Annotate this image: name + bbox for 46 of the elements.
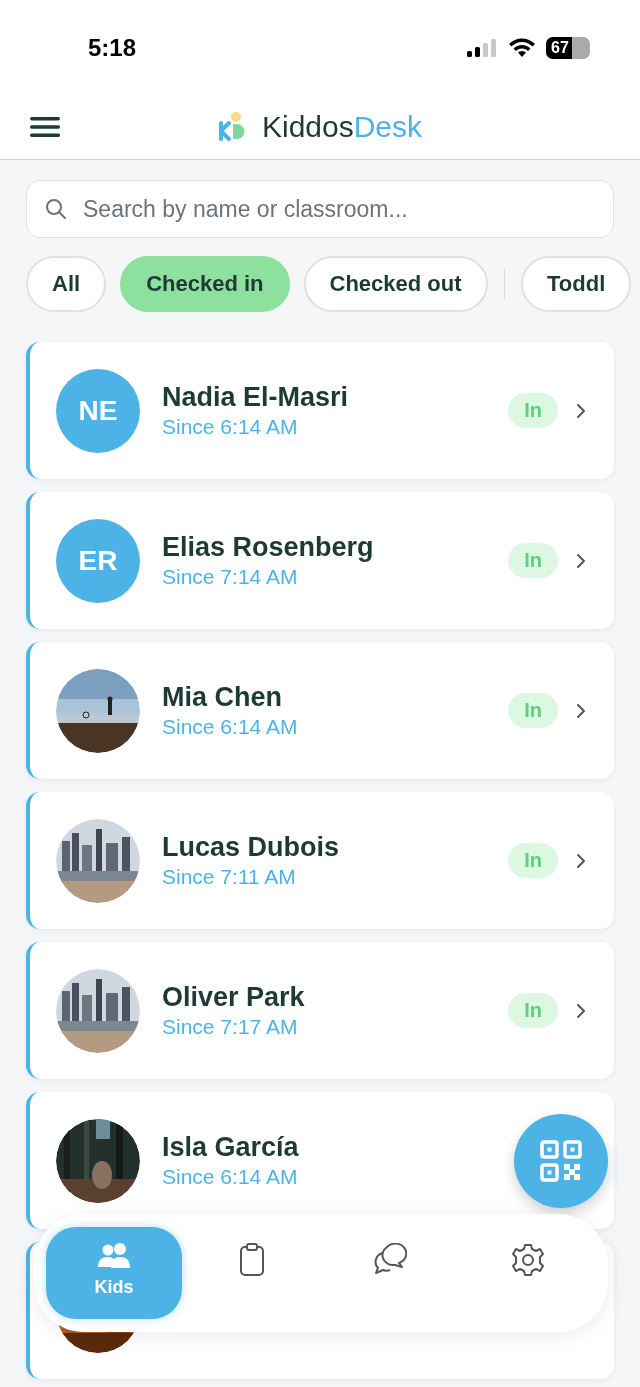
filter-chip[interactable]: All — [26, 256, 107, 312]
check-in-time: Since 7:11 AM — [162, 865, 296, 889]
settings-icon — [511, 1243, 545, 1277]
status-badge: In — [508, 393, 558, 428]
kid-card[interactable]: Lucas Dubois Since 7:11 AM In — [26, 792, 614, 929]
avatar: ER — [56, 518, 140, 603]
search-icon — [45, 198, 67, 220]
kid-card[interactable]: Mia Chen Since 6:14 AM In — [26, 642, 614, 779]
status-badge: In — [508, 993, 558, 1028]
kid-name: Nadia El-Masri — [162, 382, 349, 413]
filter-chip[interactable]: Checked out — [303, 256, 488, 312]
filter-chip[interactable]: Toddl — [521, 256, 632, 312]
kid-name: Elias Rosenberg — [162, 532, 374, 563]
kid-name: Lucas Dubois — [162, 832, 340, 863]
kid-name: Isla García — [162, 1132, 299, 1163]
status-badge: In — [508, 543, 558, 578]
battery-icon: 67 — [546, 36, 590, 59]
wifi-icon — [508, 37, 536, 58]
status-badge: In — [508, 693, 558, 728]
app-title: KiddosDesk — [261, 110, 423, 144]
avatar: NE — [56, 368, 140, 453]
check-in-time: Since 7:14 AM — [162, 565, 298, 589]
kid-name: Mia Chen — [162, 682, 282, 713]
chevron-icon — [576, 402, 586, 419]
people-icon — [97, 1243, 131, 1269]
check-in-time: Since 7:17 AM — [162, 1015, 298, 1039]
kid-card[interactable]: ER Elias Rosenberg Since 7:14 AM In — [26, 492, 614, 629]
status-time: 5:18 — [88, 33, 137, 62]
qr-code-icon — [540, 1140, 582, 1182]
chevron-icon — [576, 702, 586, 719]
check-in-time: Since 6:14 AM — [162, 1165, 298, 1189]
kid-card[interactable]: NE Nadia El-Masri Since 6:14 AM In — [26, 342, 614, 479]
clipboard-icon — [239, 1243, 265, 1277]
chevron-icon — [576, 552, 586, 569]
signal-icon — [466, 37, 498, 58]
filter-chip[interactable]: Checked in — [120, 256, 290, 312]
status-badge: In — [508, 843, 558, 878]
check-in-time: Since 6:14 AM — [162, 715, 298, 739]
chevron-icon — [576, 1002, 586, 1019]
check-in-time: Since 6:14 AM — [162, 415, 298, 439]
menu-icon[interactable] — [30, 116, 60, 138]
chevron-icon — [576, 852, 586, 869]
kid-card[interactable]: Oliver Park Since 7:17 AM In — [26, 942, 614, 1079]
kid-name: Oliver Park — [162, 982, 305, 1013]
search-field[interactable]: Search by name or classroom... — [26, 180, 614, 238]
chat-icon — [373, 1243, 407, 1275]
